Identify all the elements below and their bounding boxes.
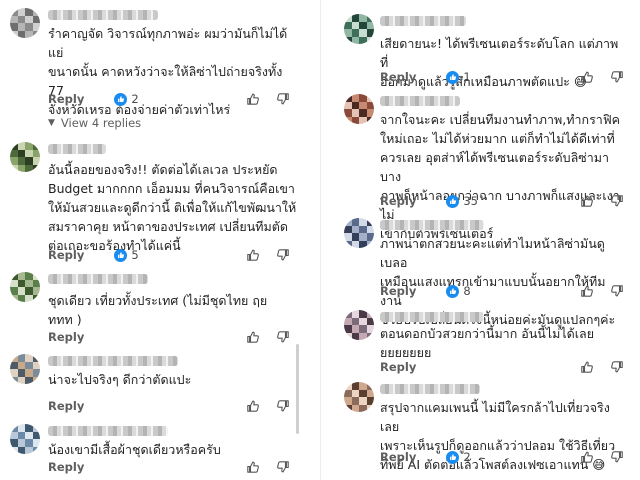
reply-button[interactable]: Reply <box>48 248 84 262</box>
comment-text: ตอนดอกบัวสวยกว่านี้มาก อันนี้ไม่ได้เลย ย… <box>380 326 595 360</box>
thumbs-down-outline-icon[interactable] <box>608 448 626 466</box>
like-count-group: 2 <box>446 450 471 464</box>
commenter-name-redacted[interactable] <box>48 144 106 154</box>
commenter-name-redacted[interactable] <box>380 384 480 394</box>
comment-actions: Reply 8 <box>380 282 626 300</box>
commenter-name-redacted[interactable] <box>380 312 484 322</box>
avatar[interactable] <box>344 218 374 248</box>
avatar[interactable] <box>344 382 374 412</box>
like-count: 1 <box>463 70 471 84</box>
avatar[interactable] <box>344 94 374 124</box>
comment-actions: Reply 5 <box>48 246 292 264</box>
thumbs-up-outline-icon[interactable] <box>578 68 596 86</box>
thumbs-up-icon <box>446 284 460 298</box>
avatar[interactable] <box>10 424 40 454</box>
commenter-name-redacted[interactable] <box>380 96 460 106</box>
comment-text: อันนี้ลอยของจริง!! ตัดต่อได้เลเวล ประหยั… <box>48 162 297 253</box>
commenter-name-redacted[interactable] <box>48 356 178 366</box>
avatar[interactable] <box>10 354 40 384</box>
reply-button[interactable]: Reply <box>48 330 84 344</box>
thumbs-down-outline-icon[interactable] <box>274 397 292 415</box>
reply-button[interactable]: Reply <box>380 450 416 464</box>
like-count: 8 <box>463 284 471 298</box>
like-count: 5 <box>131 248 139 262</box>
reply-button[interactable]: Reply <box>48 92 84 106</box>
thumbs-down-outline-icon[interactable] <box>608 68 626 86</box>
commenter-name-redacted[interactable] <box>380 220 484 230</box>
like-count: 2 <box>463 450 471 464</box>
thumbs-up-outline-icon[interactable] <box>244 397 262 415</box>
scrollbar-thumb[interactable] <box>296 344 299 434</box>
reply-button[interactable]: Reply <box>380 360 416 374</box>
comment-actions: Reply <box>48 397 292 415</box>
thumbs-up-outline-icon[interactable] <box>578 192 596 210</box>
reply-button[interactable]: Reply <box>380 194 416 208</box>
comment-text: น่าจะไปจริงๆ ดีกว่าตัดแปะ <box>48 372 192 387</box>
like-count-group: 8 <box>446 284 471 298</box>
thumbs-up-icon <box>114 92 128 106</box>
thumbs-up-outline-icon[interactable] <box>578 358 596 376</box>
comment-actions: Reply <box>48 458 292 476</box>
thumbs-up-outline-icon[interactable] <box>244 90 262 108</box>
commenter-name-redacted[interactable] <box>48 426 168 436</box>
comment-actions: Reply 2 <box>48 90 292 108</box>
thumbs-down-outline-icon[interactable] <box>274 246 292 264</box>
reply-button[interactable]: Reply <box>48 460 84 474</box>
thumbs-down-outline-icon[interactable] <box>608 192 626 210</box>
thumbs-down-outline-icon[interactable] <box>274 90 292 108</box>
right-comment-column: เสียดายนะ! ได้พรีเซนเตอร์ระดับโลก แต่ภาพ… <box>334 0 640 480</box>
thumbs-up-outline-icon[interactable] <box>244 458 262 476</box>
like-count: 35 <box>463 194 478 208</box>
commenter-name-redacted[interactable] <box>380 16 466 26</box>
avatar[interactable] <box>10 142 40 172</box>
thumbs-up-outline-icon[interactable] <box>578 448 596 466</box>
thumbs-up-icon <box>446 450 460 464</box>
avatar[interactable] <box>10 272 40 302</box>
thumbs-up-outline-icon[interactable] <box>578 282 596 300</box>
commenter-name-redacted[interactable] <box>48 274 148 284</box>
thumbs-up-icon <box>446 70 460 84</box>
view-replies-label: View 4 replies <box>60 116 142 130</box>
like-count: 2 <box>131 92 139 106</box>
avatar[interactable] <box>344 310 374 340</box>
reply-button[interactable]: Reply <box>380 284 416 298</box>
column-divider <box>320 0 321 480</box>
thumbs-up-icon <box>446 194 460 208</box>
view-replies-link[interactable]: ▼ View 4 replies <box>48 116 141 130</box>
comment-text: ชุดเดียว เที่ยวทั้งประเทศ (ไม่มีชุดไทย ฤ… <box>48 293 268 327</box>
left-comment-column: รำคาญจัด วิจารณ์ทุกภาพอ่ะ ผมว่ามันก็ไม่ไ… <box>0 0 306 480</box>
avatar[interactable] <box>344 14 374 44</box>
comment-actions: Reply 1 <box>380 68 626 86</box>
comment-text: น้องเขามีเสื้อผ้าชุดเดียวหรือครับ <box>48 442 221 457</box>
commenter-name-redacted[interactable] <box>48 10 158 20</box>
avatar[interactable] <box>10 8 40 38</box>
like-count-group: 2 <box>114 92 139 106</box>
thumbs-down-outline-icon[interactable] <box>274 328 292 346</box>
thumbs-down-outline-icon[interactable] <box>608 282 626 300</box>
thumbs-up-outline-icon[interactable] <box>244 328 262 346</box>
like-count-group: 1 <box>446 70 471 84</box>
thumbs-down-outline-icon[interactable] <box>608 358 626 376</box>
like-count-group: 5 <box>114 248 139 262</box>
comment-actions: Reply <box>380 358 626 376</box>
comment-actions: Reply 2 <box>380 448 626 466</box>
reply-button[interactable]: Reply <box>48 399 84 413</box>
like-count-group: 35 <box>446 194 478 208</box>
chevron-down-icon: ▼ <box>48 118 55 128</box>
reply-button[interactable]: Reply <box>380 70 416 84</box>
thumbs-up-outline-icon[interactable] <box>244 246 262 264</box>
thumbs-down-outline-icon[interactable] <box>274 458 292 476</box>
comment-actions: Reply <box>48 328 292 346</box>
thumbs-up-icon <box>114 248 128 262</box>
comment-actions: Reply 35 <box>380 192 626 210</box>
